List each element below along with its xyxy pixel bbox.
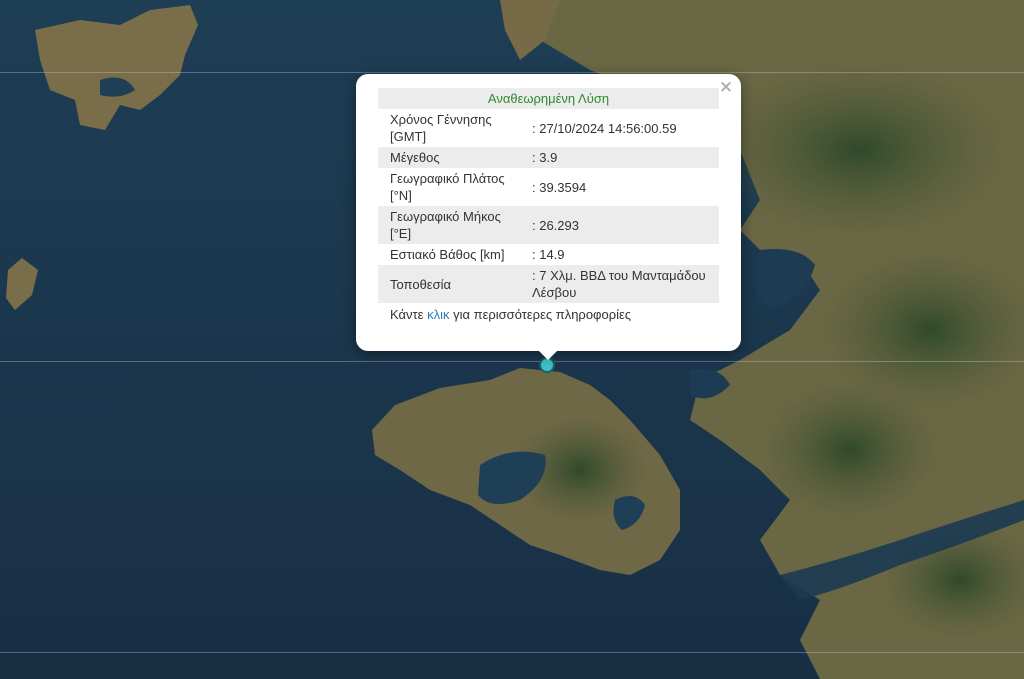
- origin-time-label: Χρόνος Γέννησης [GMT]: [390, 112, 492, 144]
- origin-time-value: : 27/10/2024 14:56:00.59: [532, 120, 677, 136]
- depth-label: Εστιακό Βάθος [km]: [390, 247, 505, 262]
- table-row: Γεωγραφικό Μήκος [°E] : 26.293: [378, 206, 719, 244]
- location-value: : 7 Χλμ. ΒΒΔ του Μανταμάδου Λέσβου: [522, 265, 719, 303]
- latitude-label: Γεωγραφικό Πλάτος [°N]: [390, 171, 505, 203]
- more-info-text: Κάντε κλικ για περισσότερες πληροφορίες: [378, 303, 719, 322]
- table-row: Χρόνος Γέννησης [GMT] : 27/10/2024 14:56…: [378, 109, 719, 147]
- location-label: Τοποθεσία: [378, 265, 522, 303]
- table-row: Γεωγραφικό Πλάτος [°N] : 39.3594: [378, 168, 719, 206]
- table-row: Τοποθεσία : 7 Χλμ. ΒΒΔ του Μανταμάδου Λέ…: [378, 265, 719, 303]
- earthquake-info-table: Αναθεωρημένη Λύση Χρόνος Γέννησης [GMT] …: [378, 88, 719, 303]
- longitude-label: Γεωγραφικό Μήκος [°E]: [378, 206, 522, 244]
- close-icon[interactable]: ×: [717, 78, 735, 96]
- popup-tip: [538, 350, 558, 360]
- magnitude-label: Μέγεθος: [378, 147, 522, 168]
- magnitude-value: : 3.9: [522, 147, 719, 168]
- graticule-line: [0, 652, 1024, 653]
- more-info-link[interactable]: κλικ: [427, 307, 449, 322]
- depth-value: : 14.9: [532, 247, 565, 262]
- earthquake-popup: × Αναθεωρημένη Λύση Χρόνος Γέννησης [GMT…: [356, 74, 741, 351]
- table-row: Εστιακό Βάθος [km] : 14.9: [378, 244, 719, 265]
- graticule-line: [0, 361, 1024, 362]
- map-view[interactable]: × Αναθεωρημένη Λύση Χρόνος Γέννησης [GMT…: [0, 0, 1024, 679]
- graticule-line: [0, 72, 1024, 73]
- popup-title: Αναθεωρημένη Λύση: [378, 88, 719, 109]
- longitude-value: : 26.293: [522, 206, 719, 244]
- latitude-value: : 39.3594: [532, 179, 587, 195]
- more-info-prefix: Κάντε: [390, 307, 428, 322]
- table-row: Μέγεθος : 3.9: [378, 147, 719, 168]
- more-info-suffix: για περισσότερες πληροφορίες: [449, 307, 632, 322]
